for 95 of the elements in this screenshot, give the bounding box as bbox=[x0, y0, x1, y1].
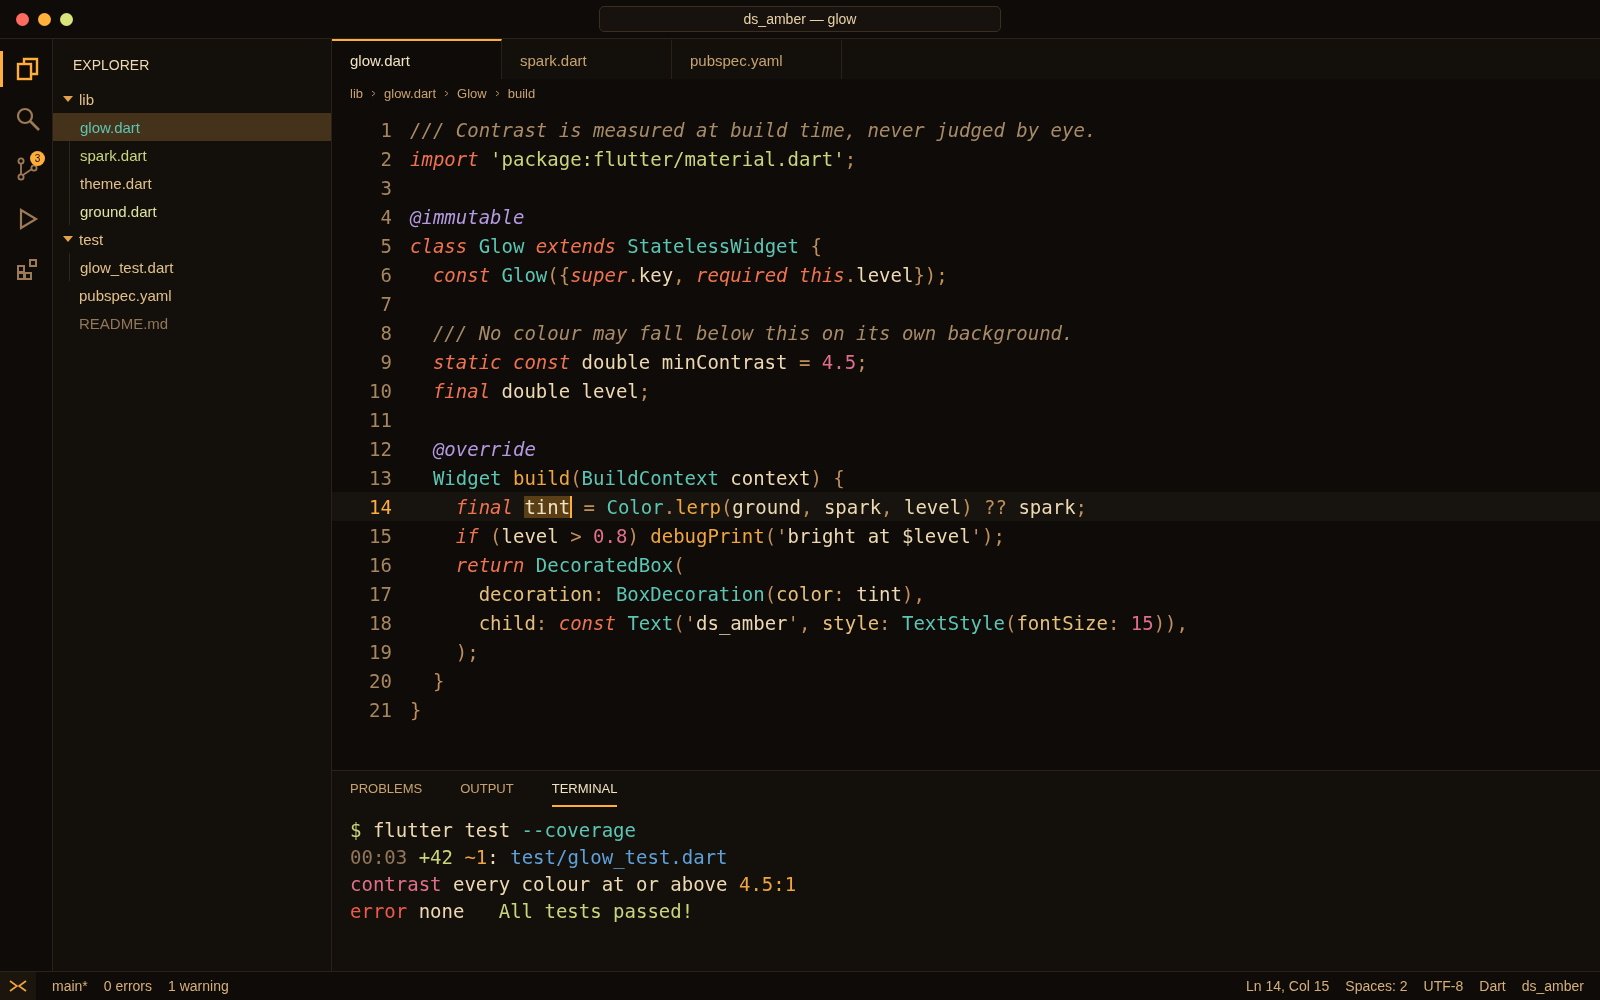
caret-icon bbox=[63, 235, 73, 243]
line-number: 3 bbox=[379, 176, 393, 199]
close-button[interactable] bbox=[16, 13, 29, 26]
tree-item[interactable]: lib bbox=[53, 85, 331, 113]
status-item[interactable]: ds_amber bbox=[1521, 978, 1584, 994]
zoom-button[interactable] bbox=[60, 13, 73, 26]
line-number: 21 bbox=[368, 698, 393, 721]
file-name: lib bbox=[79, 90, 94, 108]
breadcrumb[interactable]: glow.dart bbox=[384, 85, 437, 101]
line-number: 9 bbox=[379, 350, 393, 373]
remote-icon bbox=[9, 980, 27, 992]
breadcrumb[interactable]: Glow bbox=[457, 85, 487, 101]
panel-tab[interactable]: OUTPUT bbox=[460, 781, 514, 807]
line-number: 20 bbox=[368, 669, 393, 692]
line-number: 1 bbox=[379, 118, 393, 141]
file-name: pubspec.yaml bbox=[79, 286, 172, 304]
code-line: const Glow({super.key, required this.level}); bbox=[431, 263, 948, 286]
tree-item[interactable]: theme.dart bbox=[53, 169, 331, 197]
code-line: if (level > 0.8) debugPrint('bright at $level'); bbox=[454, 524, 1005, 547]
editor-tab[interactable]: glow.dart bbox=[332, 39, 502, 79]
tree-item[interactable]: README.md bbox=[53, 309, 331, 337]
line-number: 11 bbox=[368, 408, 393, 431]
files-icon bbox=[14, 56, 41, 82]
terminal-line: contrast every colour at or above 4.5:1 bbox=[350, 873, 798, 897]
code-line: /// No colour may fall below this on its own background. bbox=[431, 321, 1074, 344]
tree-item[interactable]: glow_test.dart bbox=[53, 253, 331, 281]
code-line: decoration: BoxDecoration(color: tint), bbox=[477, 582, 925, 605]
code-line: final tint = Color.lerp(ground, spark, level) ?? spark; bbox=[454, 495, 1088, 518]
breadcrumb[interactable]: lib bbox=[350, 85, 363, 101]
breadcrumb[interactable]: build bbox=[507, 85, 536, 101]
status-item[interactable]: 1 warning bbox=[168, 978, 229, 994]
tree-item[interactable]: test bbox=[53, 225, 331, 253]
line-number: 8 bbox=[379, 321, 393, 344]
line-number: 19 bbox=[368, 640, 393, 663]
code-line: ); bbox=[454, 640, 479, 663]
chevron-icon bbox=[371, 89, 376, 97]
code-line: import 'package:flutter/material.dart'; bbox=[410, 147, 857, 170]
code-line: Widget build(BuildContext context) { bbox=[431, 466, 845, 489]
editor-tab[interactable]: spark.dart bbox=[502, 39, 672, 79]
file-name: spark.dart bbox=[80, 146, 147, 164]
terminal-line: 00:03 +42 ~1: test/glow_test.dart bbox=[350, 846, 729, 871]
line-number: 16 bbox=[368, 553, 393, 576]
line-number: 7 bbox=[379, 292, 393, 315]
code-line: @immutable bbox=[410, 205, 525, 228]
line-number: 14 bbox=[368, 495, 393, 518]
file-name: test bbox=[79, 230, 104, 248]
terminal-line: $ flutter test --coverage bbox=[350, 819, 637, 843]
code-line: /// Contrast is measured at build time, never judged by eye. bbox=[410, 118, 1097, 141]
file-name: glow_test.dart bbox=[80, 258, 174, 276]
remote-button[interactable] bbox=[0, 972, 36, 1000]
file-name: README.md bbox=[79, 314, 169, 332]
count-badge: 3 bbox=[30, 151, 45, 166]
status-item[interactable]: Dart bbox=[1479, 978, 1506, 994]
editor-tab[interactable]: pubspec.yaml bbox=[672, 39, 842, 79]
status-item[interactable]: Spaces: 2 bbox=[1345, 978, 1408, 994]
git-activity-button[interactable]: 3 bbox=[0, 151, 52, 187]
file-name: glow.dart bbox=[80, 118, 141, 136]
line-number: 2 bbox=[379, 147, 393, 170]
caret-icon bbox=[63, 95, 73, 103]
status-item[interactable]: Ln 14, Col 15 bbox=[1246, 978, 1330, 994]
line-number: 6 bbox=[379, 263, 393, 286]
minimize-button[interactable] bbox=[38, 13, 51, 26]
line-number: 17 bbox=[368, 582, 393, 605]
sidebar-title: EXPLORER bbox=[72, 57, 151, 75]
code-line: static const double minContrast = 4.5; bbox=[431, 350, 868, 373]
file-name: ground.dart bbox=[80, 202, 157, 220]
file-name: theme.dart bbox=[80, 174, 152, 192]
line-number: 13 bbox=[368, 466, 393, 489]
tree-item[interactable]: glow.dart bbox=[53, 113, 331, 141]
status-item[interactable]: main* bbox=[52, 978, 88, 994]
window-title: ds_amber — glow bbox=[599, 6, 1001, 32]
terminal-line: error none All tests passed! bbox=[350, 900, 695, 924]
code-line: class Glow extends StatelessWidget { bbox=[410, 234, 822, 257]
tree-item[interactable]: ground.dart bbox=[53, 197, 331, 225]
tree-item[interactable]: pubspec.yaml bbox=[53, 281, 331, 309]
search-icon bbox=[14, 106, 41, 132]
panel-tab[interactable]: PROBLEMS bbox=[350, 781, 423, 807]
line-number: 18 bbox=[368, 611, 393, 634]
line-number: 4 bbox=[379, 205, 393, 228]
line-number: 12 bbox=[368, 437, 393, 460]
tree-item[interactable]: spark.dart bbox=[53, 141, 331, 169]
line-number: 10 bbox=[368, 379, 393, 402]
chevron-icon bbox=[494, 89, 500, 97]
status-item[interactable]: 0 errors bbox=[103, 978, 153, 994]
code-line: final double level; bbox=[431, 379, 651, 402]
line-number: 5 bbox=[379, 234, 393, 257]
panel-tab[interactable]: TERMINAL bbox=[551, 781, 618, 807]
code-line: } bbox=[410, 698, 422, 721]
chevron-icon bbox=[444, 89, 450, 97]
code-line: } bbox=[431, 669, 445, 692]
code-line: return DecoratedBox( bbox=[454, 553, 685, 576]
line-number: 15 bbox=[368, 524, 393, 547]
code-line: child: const Text('ds_amber', style: TextStyle(fontSize: 15)), bbox=[477, 611, 1188, 634]
code-line: @override bbox=[431, 437, 536, 460]
status-item[interactable]: UTF-8 bbox=[1423, 978, 1464, 994]
